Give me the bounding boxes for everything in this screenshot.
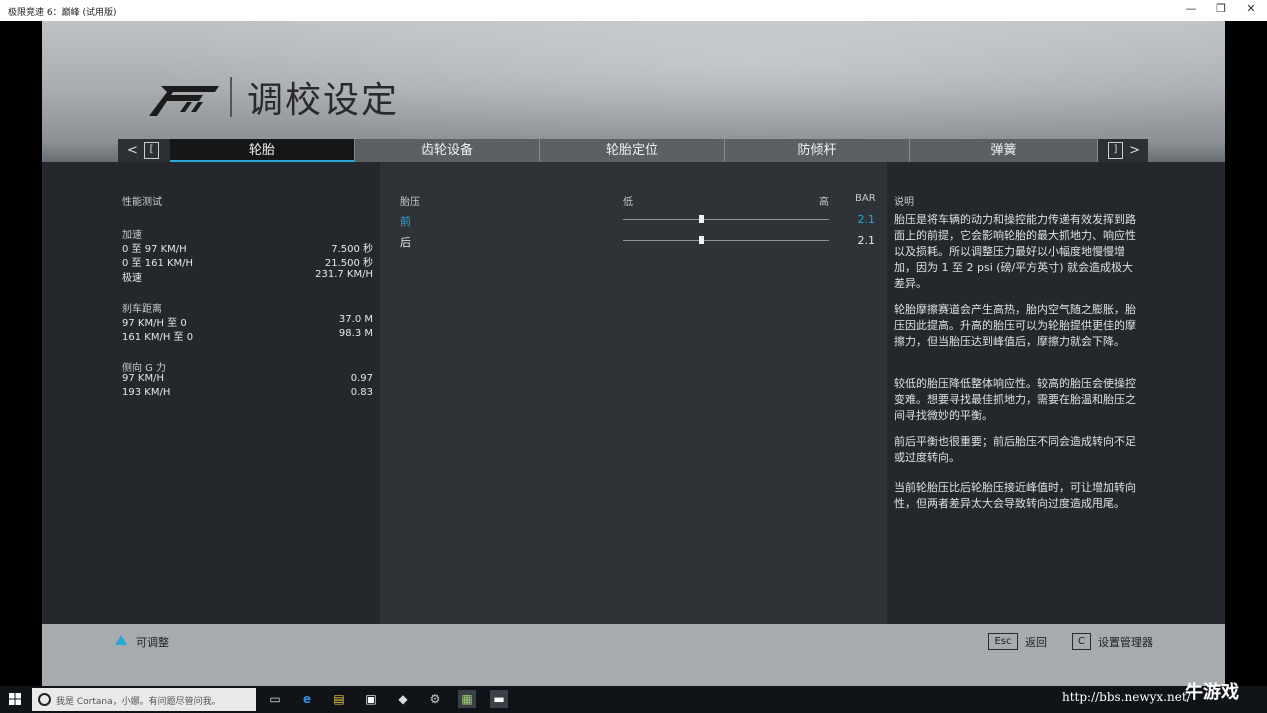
- description-panel: 说明 胎压是将车辆的动力和操控能力传递有效发挥到路面上的前提，它会影响轮胎的最大…: [887, 162, 1225, 624]
- task-view-icon[interactable]: ▭: [266, 690, 284, 708]
- front-pressure-track[interactable]: [623, 219, 829, 220]
- settings-manager-button[interactable]: 设置管理器: [1098, 634, 1153, 650]
- stat-value: 0.83: [350, 387, 373, 398]
- stat-row: 193 KM/H 0.83: [122, 387, 373, 398]
- c-key-icon[interactable]: C: [1072, 633, 1091, 650]
- adjustable-triangle-icon: [115, 635, 127, 645]
- close-button[interactable]: ✕: [1236, 2, 1266, 19]
- tab-antiroll-bars[interactable]: 防倾杆: [725, 139, 910, 162]
- stat-row: 97 KM/H 0.97: [122, 373, 373, 384]
- description-paragraph: 当前轮胎压比后轮胎压接近峰值时，可让增加转向性，但两者差异太大会导致转向过度造成…: [894, 481, 1136, 510]
- low-label: 低: [623, 197, 633, 208]
- edge-browser-icon[interactable]: e: [298, 690, 316, 708]
- tire-pressure-settings: 胎压 低 高 BAR 前 2.1 后 2.1: [380, 162, 887, 624]
- stat-value: 0.97: [350, 373, 373, 384]
- high-label: 高: [819, 197, 829, 208]
- prev-tab-key: [: [144, 142, 160, 159]
- tab-tires[interactable]: 轮胎: [170, 139, 355, 162]
- search-placeholder: 我是 Cortana，小娜。有问题尽管问我。: [56, 697, 221, 707]
- stat-label: 极速: [122, 273, 142, 284]
- tab-gearing[interactable]: 齿轮设备: [355, 139, 540, 162]
- rear-pressure-handle[interactable]: [699, 236, 705, 244]
- settings-gear-icon[interactable]: ⚙: [426, 690, 444, 708]
- cortana-icon: [38, 693, 51, 706]
- chevron-left-icon: <: [126, 143, 138, 158]
- app-icon[interactable]: ◆: [394, 690, 412, 708]
- acceleration-heading: 加速: [122, 230, 142, 241]
- rear-pressure-value: 2.1: [857, 234, 876, 247]
- front-pressure-handle[interactable]: [699, 215, 705, 223]
- tuning-tab-bar: < [ 轮胎 齿轮设备 轮胎定位 防倾杆 弹簧 ] >: [118, 139, 1148, 162]
- rear-pressure-track[interactable]: [623, 240, 829, 241]
- stat-row: 极速 231.7 KM/H: [122, 269, 373, 284]
- app-window-icon[interactable]: ▦: [458, 690, 476, 708]
- stat-row: 0 至 161 KM/H 21.500 秒: [122, 254, 373, 269]
- front-pressure-value: 2.1: [857, 213, 876, 226]
- forza-taskbar-icon[interactable]: ▬: [490, 690, 508, 708]
- minimize-button[interactable]: —: [1176, 2, 1206, 19]
- tuning-panel: 性能测试 加速 0 至 97 KM/H 7.500 秒 0 至 161 KM/H…: [42, 162, 1225, 624]
- window-titlebar: 极限竞速 6：巅峰 (试用版) — ❐ ✕: [0, 0, 1267, 21]
- file-explorer-icon[interactable]: ▤: [330, 690, 348, 708]
- prev-tab-button[interactable]: < [: [118, 139, 170, 162]
- tab-springs[interactable]: 弹簧: [910, 139, 1098, 162]
- chevron-right-icon: >: [1129, 143, 1141, 158]
- description-paragraph: 前后平衡也很重要；前后胎压不同会造成转向不足或过度转向。: [894, 435, 1136, 464]
- forza-logo-icon: [149, 86, 219, 116]
- taskbar: 我是 Cortana，小娜。有问题尽管问我。 ▭ e ▤ ▣ ◆ ⚙ ▦ ▬ h…: [0, 682, 1267, 713]
- watermark-brand: 牛游戏: [1185, 682, 1239, 703]
- description-paragraph: 轮胎摩擦赛道会产生高热，胎内空气随之膨胀，胎压因此提高。升高的胎压可以为轮胎提供…: [894, 303, 1136, 348]
- stat-value: 231.7 KM/H: [315, 269, 373, 280]
- rear-label: 后: [400, 236, 411, 249]
- watermark-url: http://bbs.newyx.net/: [1062, 690, 1191, 704]
- stat-value: 21.500 秒: [324, 258, 373, 269]
- unit-label: BAR: [855, 193, 876, 204]
- description-paragraph: 较低的胎压降低整体响应性。较高的胎压会使操控变难。想要寻找最佳抓地力，需要在胎温…: [894, 377, 1136, 422]
- back-button[interactable]: 返回: [1025, 634, 1047, 650]
- footer-bar: 可调整 Esc 返回 C 设置管理器: [42, 624, 1225, 686]
- stat-row: 97 KM/H 至 0 37.0 M: [122, 314, 373, 329]
- tire-pressure-title: 胎压: [400, 197, 420, 208]
- stat-value: 98.3 M: [338, 328, 373, 339]
- description-paragraph: 胎压是将车辆的动力和操控能力传递有效发挥到路面上的前提，它会影响轮胎的最大抓地力…: [894, 213, 1136, 290]
- cortana-search-box[interactable]: 我是 Cortana，小娜。有问题尽管问我。: [32, 688, 256, 711]
- stat-label: 161 KM/H 至 0: [122, 332, 194, 343]
- stat-label: 193 KM/H: [122, 387, 171, 398]
- esc-key-icon[interactable]: Esc: [988, 633, 1018, 650]
- stat-label: 97 KM/H: [122, 373, 164, 384]
- description-title: 说明: [894, 197, 914, 208]
- windows-start-icon[interactable]: [9, 693, 21, 705]
- window-title: 极限竞速 6：巅峰 (试用版): [8, 8, 117, 18]
- stat-label: 0 至 161 KM/H: [122, 258, 194, 269]
- stat-value: 37.0 M: [338, 314, 373, 325]
- stats-title: 性能测试: [122, 197, 162, 208]
- page-title: 调校设定: [247, 80, 400, 121]
- next-tab-key: ]: [1107, 142, 1123, 159]
- game-screen: 调校设定 < [ 轮胎 齿轮设备 轮胎定位 防倾杆 弹簧 ] > 性能测试 加速…: [42, 21, 1225, 686]
- stat-row: 161 KM/H 至 0 98.3 M: [122, 328, 373, 343]
- tab-alignment[interactable]: 轮胎定位: [540, 139, 725, 162]
- braking-heading: 刹车距离: [122, 304, 162, 315]
- stat-row: 0 至 97 KM/H 7.500 秒: [122, 240, 373, 255]
- title-separator: [230, 77, 232, 117]
- lateral-g-heading: 侧向 G 力: [122, 363, 167, 374]
- performance-stats: 性能测试 加速 0 至 97 KM/H 7.500 秒 0 至 161 KM/H…: [42, 162, 380, 624]
- front-label: 前: [400, 215, 411, 228]
- store-icon[interactable]: ▣: [362, 690, 380, 708]
- maximize-button[interactable]: ❐: [1206, 2, 1236, 19]
- next-tab-button[interactable]: ] >: [1098, 139, 1148, 162]
- adjustable-label: 可调整: [136, 636, 169, 649]
- stat-value: 7.500 秒: [331, 244, 373, 255]
